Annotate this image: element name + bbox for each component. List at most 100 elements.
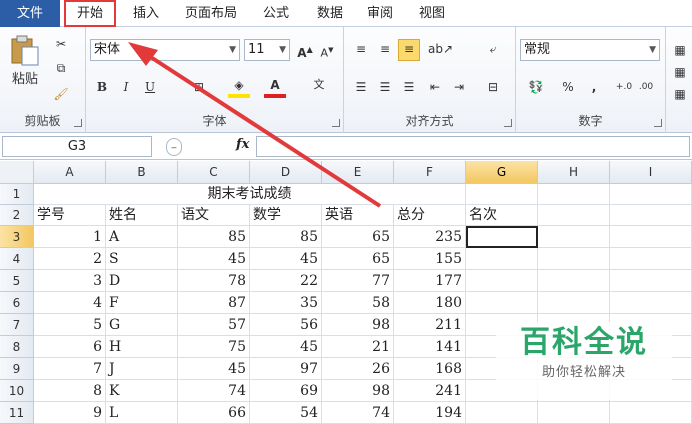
fx-icon[interactable]: fx <box>236 137 249 152</box>
tab-page-layout[interactable]: 页面布局 <box>178 0 244 27</box>
header-cell[interactable]: 名次 <box>466 205 538 226</box>
table-cell[interactable]: 65 <box>322 248 394 270</box>
decrease-decimal-icon[interactable]: .00 <box>636 78 656 96</box>
table-cell[interactable]: 74 <box>178 380 250 402</box>
table-cell[interactable]: J <box>106 358 178 380</box>
font-color-icon[interactable]: A <box>264 76 286 98</box>
table-cell[interactable] <box>610 184 692 205</box>
tab-home[interactable]: 开始 <box>64 0 116 27</box>
percent-button[interactable]: % <box>560 78 576 96</box>
conditional-format-icon[interactable]: ▦ <box>672 41 688 59</box>
table-cell[interactable]: S <box>106 248 178 270</box>
table-cell[interactable]: 77 <box>322 270 394 292</box>
font-size-combo[interactable]: 11 ▼ <box>244 39 290 61</box>
tab-insert[interactable]: 插入 <box>124 0 168 27</box>
table-cell[interactable] <box>610 292 692 314</box>
name-box[interactable]: G3 <box>2 136 152 157</box>
select-all-corner[interactable] <box>0 161 34 184</box>
table-cell[interactable] <box>610 270 692 292</box>
column-header-i[interactable]: I <box>610 161 692 184</box>
table-cell[interactable]: K <box>106 380 178 402</box>
table-cell[interactable] <box>538 226 610 248</box>
table-cell[interactable]: 6 <box>34 336 106 358</box>
table-cell[interactable]: H <box>106 336 178 358</box>
table-cell[interactable]: G <box>106 314 178 336</box>
alignment-launcher-icon[interactable] <box>504 119 512 127</box>
table-cell[interactable]: F <box>106 292 178 314</box>
table-cell[interactable] <box>538 184 610 205</box>
table-cell[interactable]: 35 <box>250 292 322 314</box>
header-cell[interactable]: 总分 <box>394 205 466 226</box>
fill-color-icon[interactable]: ◈ <box>228 76 250 98</box>
row-header-2[interactable]: 2 <box>0 205 34 226</box>
table-cell[interactable]: 1 <box>34 226 106 248</box>
column-header-e[interactable]: E <box>322 161 394 184</box>
table-cell[interactable] <box>538 205 610 226</box>
header-cell[interactable]: 姓名 <box>106 205 178 226</box>
increase-decimal-icon[interactable]: +.0 <box>614 78 634 96</box>
tab-data[interactable]: 数据 <box>308 0 352 27</box>
row-header-6[interactable]: 6 <box>0 292 34 314</box>
wrap-text-icon[interactable]: ⤶ <box>482 40 504 58</box>
table-cell[interactable]: 66 <box>178 402 250 424</box>
header-cell[interactable]: 语文 <box>178 205 250 226</box>
table-cell[interactable]: 45 <box>178 358 250 380</box>
row-header-7[interactable]: 7 <box>0 314 34 336</box>
table-cell[interactable]: 177 <box>394 270 466 292</box>
italic-button[interactable]: I <box>118 78 134 96</box>
table-cell[interactable] <box>466 292 538 314</box>
table-cell[interactable] <box>610 402 692 424</box>
column-header-g[interactable]: G <box>466 161 538 184</box>
table-cell[interactable]: 57 <box>178 314 250 336</box>
column-header-c[interactable]: C <box>178 161 250 184</box>
font-name-combo[interactable]: 宋体 ▼ <box>90 39 240 61</box>
column-header-b[interactable]: B <box>106 161 178 184</box>
tab-formulas[interactable]: 公式 <box>254 0 298 27</box>
align-top-icon[interactable]: ≡ <box>352 40 370 58</box>
column-header-h[interactable]: H <box>538 161 610 184</box>
row-header-5[interactable]: 5 <box>0 270 34 292</box>
table-cell[interactable] <box>610 226 692 248</box>
table-cell[interactable]: 155 <box>394 248 466 270</box>
table-cell[interactable]: 21 <box>322 336 394 358</box>
table-cell[interactable]: 69 <box>250 380 322 402</box>
table-cell[interactable] <box>538 402 610 424</box>
table-cell[interactable] <box>538 270 610 292</box>
tab-file[interactable]: 文件 <box>0 0 60 27</box>
table-cell[interactable]: 78 <box>178 270 250 292</box>
table-cell[interactable]: 45 <box>178 248 250 270</box>
table-cell[interactable]: 56 <box>250 314 322 336</box>
table-cell[interactable]: 65 <box>322 226 394 248</box>
table-cell[interactable]: 2 <box>34 248 106 270</box>
table-cell[interactable]: 3 <box>34 270 106 292</box>
bold-button[interactable]: B <box>94 78 110 96</box>
format-painter-icon[interactable]: 🖌 <box>52 85 70 103</box>
formula-input[interactable] <box>256 136 690 157</box>
table-cell[interactable] <box>538 248 610 270</box>
table-cell[interactable] <box>466 184 538 205</box>
header-cell[interactable]: 学号 <box>34 205 106 226</box>
table-cell[interactable]: 194 <box>394 402 466 424</box>
phonetic-icon[interactable]: 文 <box>306 76 332 94</box>
sheet-title-cell[interactable]: 期末考试成绩 <box>34 184 466 205</box>
table-cell[interactable]: 85 <box>178 226 250 248</box>
table-cell[interactable]: 85 <box>250 226 322 248</box>
table-cell[interactable]: 58 <box>322 292 394 314</box>
table-cell[interactable]: 45 <box>250 248 322 270</box>
increase-indent-icon[interactable]: ⇥ <box>450 78 468 96</box>
row-header-1[interactable]: 1 <box>0 184 34 205</box>
row-header-3[interactable]: 3 <box>0 226 34 248</box>
grow-font-icon[interactable]: A▲ <box>296 41 314 62</box>
orientation-icon[interactable]: ab↗ <box>428 40 453 58</box>
table-cell[interactable]: 45 <box>250 336 322 358</box>
format-table-icon[interactable]: ▦ <box>672 63 688 81</box>
column-header-d[interactable]: D <box>250 161 322 184</box>
paste-icon[interactable] <box>8 33 42 67</box>
tab-view[interactable]: 视图 <box>410 0 454 27</box>
underline-button[interactable]: U <box>142 78 158 96</box>
formula-bar-collapse-icon[interactable]: ‒ <box>166 138 182 156</box>
align-bottom-icon[interactable]: ≡ <box>398 39 420 61</box>
currency-icon[interactable]: 💱 <box>524 78 548 96</box>
table-cell[interactable] <box>466 402 538 424</box>
table-cell[interactable]: A <box>106 226 178 248</box>
